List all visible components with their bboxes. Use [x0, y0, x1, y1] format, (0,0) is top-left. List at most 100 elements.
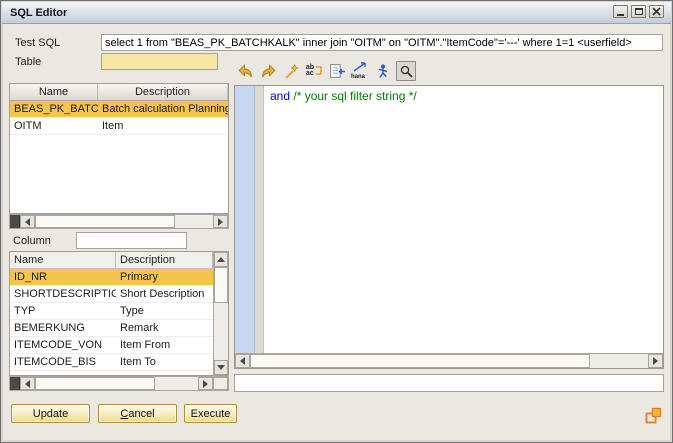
hscroll-thumb[interactable] — [250, 354, 590, 368]
wand-icon[interactable] — [281, 61, 301, 81]
column-row[interactable]: ITEMCODE_VON Item From — [10, 337, 213, 354]
table-row-description: Batch calculation Planning — [98, 101, 228, 117]
form-resize-icon[interactable] — [645, 407, 662, 424]
column-row-description: Item To — [116, 354, 213, 370]
scroll-left-icon — [21, 218, 30, 226]
window-title: SQL Editor — [10, 7, 67, 19]
scroll-up-button[interactable] — [214, 252, 228, 267]
table-row-name: OITM — [10, 118, 98, 134]
hscroll-track[interactable] — [590, 354, 648, 368]
column-row[interactable]: TYP Type — [10, 303, 213, 320]
scroll-right-icon — [218, 218, 227, 226]
scroll-right-icon — [203, 380, 212, 388]
column-row-name: SHORTDESCRIPTION — [10, 286, 116, 302]
hscroll-track[interactable] — [155, 377, 198, 390]
column-row-description: Item From — [116, 337, 213, 353]
columns-grid-body: Name Description ID_NR Primary SHORTDESC… — [10, 252, 213, 375]
close-button[interactable] — [649, 5, 664, 18]
column-row[interactable]: ID_NR Primary — [10, 269, 213, 286]
editor-toolbar: abac hana — [235, 60, 416, 82]
tables-grid-header-description[interactable]: Description — [98, 84, 228, 100]
test-sql-input[interactable] — [101, 34, 663, 51]
column-row[interactable]: BEMERKUNG Remark — [10, 320, 213, 337]
hscroll-thumb[interactable] — [35, 215, 175, 228]
cancel-button[interactable]: Cancel — [98, 404, 177, 423]
scroll-right-button[interactable] — [648, 354, 663, 368]
cancel-button-label-underline: C — [120, 408, 128, 420]
column-row-description: Primary — [116, 269, 213, 285]
table-row[interactable]: BEAS_PK_BATCHKALK Batch calculation Plan… — [10, 101, 228, 118]
scroll-left-button[interactable] — [20, 377, 35, 390]
scroll-down-button[interactable] — [214, 360, 228, 375]
sql-comment: /* your sql filter string */ — [293, 89, 416, 103]
redo-icon[interactable] — [258, 61, 278, 81]
editor-fold-margin — [255, 86, 264, 353]
execute-button-label: Execute — [191, 408, 231, 420]
scroll-left-icon — [21, 380, 30, 388]
column-input[interactable] — [76, 232, 187, 249]
column-row-name: TYP — [10, 303, 116, 319]
column-row-description: Type — [116, 303, 213, 319]
table-row[interactable]: OITM Item — [10, 118, 228, 135]
test-sql-label: Test SQL — [15, 37, 60, 49]
sql-editor-window: SQL Editor Test SQL Table abac han — [0, 0, 673, 443]
cancel-button-label: ancel — [128, 408, 154, 420]
scroll-left-icon — [236, 357, 245, 365]
undo-icon[interactable] — [235, 61, 255, 81]
scroll-right-icon — [653, 357, 662, 365]
table-label: Table — [15, 56, 41, 68]
grid-scroll-corner[interactable] — [10, 377, 20, 390]
person-icon[interactable] — [373, 61, 393, 81]
update-button[interactable]: Update — [11, 404, 90, 423]
column-row-description: Short Description — [116, 286, 213, 302]
column-row-name: ID_NR — [10, 269, 116, 285]
tables-grid-hscrollbar — [9, 214, 229, 229]
vscroll-thumb[interactable] — [214, 267, 228, 303]
hana-icon-text: hana — [351, 74, 365, 80]
columns-grid-vscrollbar — [213, 252, 228, 375]
column-row[interactable]: SHORTDESCRIPTION Short Description — [10, 286, 213, 303]
execute-button[interactable]: Execute — [184, 404, 237, 423]
columns-grid-header: Name Description — [10, 252, 213, 269]
table-input[interactable] — [101, 53, 218, 70]
window-controls — [610, 5, 664, 18]
minimize-icon — [617, 14, 624, 16]
tables-grid: Name Description BEAS_PK_BATCHKALK Batch… — [9, 83, 229, 214]
table-row-name: BEAS_PK_BATCHKALK — [10, 101, 98, 117]
vscroll-track[interactable] — [214, 303, 228, 360]
column-row-name: BEMERKUNG — [10, 320, 116, 336]
hscroll-thumb[interactable] — [35, 377, 155, 390]
search-icon[interactable] — [396, 61, 416, 81]
replace-icon[interactable]: abac — [304, 61, 324, 81]
tables-grid-header-name[interactable]: Name — [10, 84, 98, 100]
scroll-right-button[interactable] — [198, 377, 213, 390]
tables-grid-header: Name Description — [10, 84, 228, 101]
grid-scroll-corner[interactable] — [10, 215, 20, 228]
scroll-right-button[interactable] — [213, 215, 228, 228]
hana-convert-icon[interactable]: hana — [350, 61, 370, 81]
columns-grid-header-name[interactable]: Name — [10, 252, 116, 268]
update-button-label: Update — [33, 408, 68, 420]
scroll-up-icon — [217, 253, 225, 262]
scrollbar-corner — [213, 377, 228, 390]
columns-grid: Name Description ID_NR Primary SHORTDESC… — [9, 251, 229, 376]
editor-bottom-input[interactable] — [234, 374, 664, 392]
maximize-button[interactable] — [631, 5, 646, 18]
hscroll-track[interactable] — [175, 215, 213, 228]
column-row-description: Remark — [116, 320, 213, 336]
editor-hscrollbar — [235, 353, 663, 368]
column-row[interactable]: ITEMCODE_BIS Item To — [10, 354, 213, 371]
code-area[interactable]: and /* your sql filter string */ — [264, 86, 663, 353]
columns-grid-hscrollbar — [9, 376, 229, 391]
column-label: Column — [13, 235, 51, 247]
maximize-icon — [635, 8, 643, 15]
column-row-name: ITEMCODE_BIS — [10, 354, 116, 370]
scroll-left-button[interactable] — [20, 215, 35, 228]
titlebar[interactable]: SQL Editor — [2, 2, 671, 24]
goto-icon[interactable] — [327, 61, 347, 81]
sql-code-editor: and /* your sql filter string */ — [234, 85, 664, 369]
replace-icon-text-bottom: ac — [306, 70, 314, 77]
scroll-left-button[interactable] — [235, 354, 250, 368]
columns-grid-header-description[interactable]: Description — [116, 252, 213, 268]
minimize-button[interactable] — [613, 5, 628, 18]
